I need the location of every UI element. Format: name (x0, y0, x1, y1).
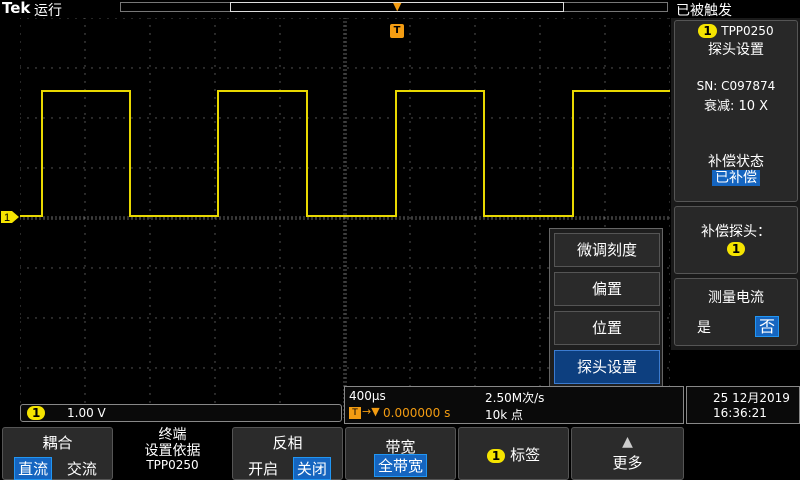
more-up-icon: ▲ (622, 434, 633, 450)
bandwidth-value: 全带宽 (373, 454, 427, 477)
label-button-text: 标签 (510, 446, 541, 464)
channel-badge: 1 (698, 24, 717, 38)
more-button[interactable]: ▲ 更多 (571, 427, 684, 480)
trigger-position-top-icon: ▼ (393, 0, 402, 13)
coupling-button[interactable]: 耦合 直流 交流 (2, 427, 113, 480)
trigger-t-icon: T (349, 407, 361, 419)
tek-logo: Tek (2, 0, 31, 17)
date: 25 12月2019 (713, 391, 790, 405)
sample-rate: 2.50M次/s (485, 391, 545, 405)
popup-menu-item[interactable]: 微调刻度 (554, 233, 660, 267)
termination-button[interactable]: 终端 设置依据 TPP0250 (115, 427, 230, 480)
measure-current-label: 测量电流 (708, 290, 764, 306)
measure-current-button[interactable]: 测量电流 是 否 (674, 278, 798, 346)
vertical-scale-value: 1.00 V (67, 406, 106, 420)
measure-current-yes[interactable]: 是 (697, 317, 800, 337)
probe-settings-title: 探头设置 (708, 42, 764, 58)
label-button[interactable]: 1 标签 (458, 427, 569, 480)
timebase-readout[interactable]: 400µs 2.50M次/s T →▼ 0.000000 s 10k 点 (344, 386, 684, 424)
horizontal-scale: 400µs (349, 389, 386, 403)
trigger-arrow-icon: →▼ (362, 405, 380, 418)
invert-button[interactable]: 反相 开启 关闭 (232, 427, 343, 480)
coupling-label: 耦合 (42, 434, 73, 452)
more-label: 更多 (612, 454, 643, 472)
termination-basis: 设置依据 (144, 443, 201, 459)
channel-1-scale-readout[interactable]: 1 1.00 V (20, 404, 342, 422)
probe-info-panel: 1 TPP0250 探头设置 SN: C097874 衰减: 10 X 补偿状态… (674, 20, 798, 202)
trigger-position-value: 0.000000 s (383, 406, 451, 420)
label-channel-badge: 1 (486, 449, 506, 463)
invert-off-option[interactable]: 关闭 (292, 457, 331, 480)
bandwidth-button[interactable]: 带宽 全带宽 (345, 427, 456, 480)
trigger-state-label: 已被触发 (676, 3, 732, 19)
invert-label: 反相 (272, 434, 303, 452)
channel-scale-badge: 1 (27, 406, 46, 420)
probe-model: TPP0250 (721, 24, 774, 38)
comp-status-value: 已补偿 (712, 170, 760, 186)
compensate-probe-label: 补偿探头： (701, 224, 771, 240)
svg-text:1: 1 (4, 212, 10, 224)
measure-current-no[interactable]: 否 (755, 316, 780, 337)
termination-probe-model: TPP0250 (146, 458, 199, 472)
coupling-dc-option[interactable]: 直流 (14, 457, 53, 480)
channel-1-ground-marker[interactable]: 1 (0, 209, 20, 225)
invert-on-option[interactable]: 开启 (244, 457, 282, 480)
popup-menu-item[interactable]: 偏置 (554, 272, 660, 306)
coupling-ac-option[interactable]: 交流 (63, 457, 101, 480)
probe-serial: SN: C097874 (696, 79, 776, 93)
date-time-readout: 25 12月2019 16:36:21 (686, 386, 800, 424)
compensate-probe-button[interactable]: 补偿探头： 1 (674, 206, 798, 274)
probe-attenuation: 衰减: 10 X (703, 99, 769, 114)
compensate-channel-badge: 1 (726, 242, 746, 256)
popup-menu-item[interactable]: 探头设置 (554, 350, 660, 384)
run-state-label: 运行 (34, 3, 62, 19)
time: 16:36:21 (713, 406, 767, 420)
record-length: 10k 点 (485, 408, 524, 422)
popup-menu-item[interactable]: 位置 (554, 311, 660, 345)
